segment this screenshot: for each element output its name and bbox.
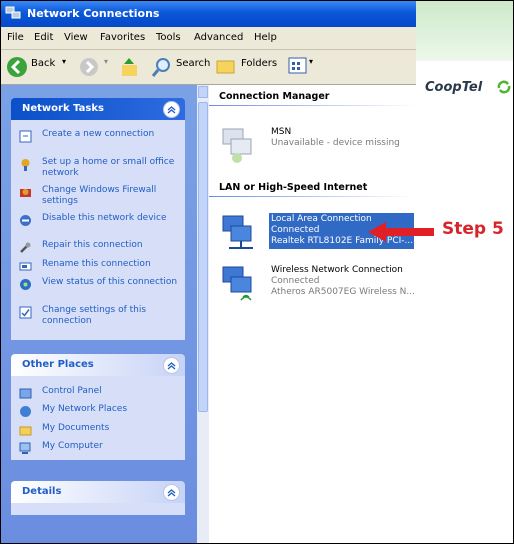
views-dropdown-icon[interactable]: ▾	[309, 57, 313, 66]
other-places-title: Other Places	[22, 359, 94, 370]
lan-connection-icon	[222, 215, 253, 249]
network-tasks-body: Create a new connection Set up a home or…	[11, 120, 185, 340]
window-title: Network Connections	[27, 7, 160, 20]
firewall-icon	[20, 189, 31, 197]
control-panel-icon	[19, 388, 32, 399]
brand-band	[416, 1, 513, 61]
other-places-body: Control Panel My Network Places My Docum…	[11, 376, 185, 460]
folders-button-label[interactable]: Folders	[241, 58, 277, 69]
search-icon[interactable]	[151, 56, 173, 78]
computer-icon	[19, 442, 31, 454]
connection-status: Unavailable - device missing	[271, 138, 400, 148]
cooptel-logo: CoopTel	[425, 80, 483, 95]
network-connections-icon	[5, 6, 21, 19]
network-tasks-title: Network Tasks	[22, 103, 104, 114]
forward-dropdown-icon[interactable]: ▾	[104, 57, 108, 66]
scroll-thumb[interactable]	[198, 102, 208, 412]
step-label: Step 5	[442, 219, 504, 239]
forward-arrow-icon[interactable]	[79, 57, 99, 77]
up-folder-icon[interactable]	[120, 56, 140, 78]
brand-panel: CoopTel Step 5	[416, 1, 513, 543]
vertical-scrollbar[interactable]	[197, 85, 209, 543]
new-connection-icon	[19, 130, 32, 143]
back-dropdown-icon[interactable]: ▾	[62, 57, 66, 66]
menu-edit[interactable]: Edit	[34, 32, 53, 43]
details-title: Details	[22, 486, 62, 497]
menu-view[interactable]: View	[64, 32, 88, 43]
search-button-label[interactable]: Search	[176, 58, 210, 69]
views-icon[interactable]	[288, 56, 308, 76]
repair-icon	[20, 242, 31, 253]
scroll-up-arrow-icon[interactable]	[198, 86, 208, 98]
details-header[interactable]: Details	[11, 481, 185, 503]
disable-icon	[20, 215, 31, 226]
menu-bar: File Edit View Favorites Tools Advanced …	[1, 27, 416, 50]
connections-pane: Connection Manager MSN Unavailable - dev…	[209, 85, 416, 543]
title-bar[interactable]: Network Connections	[1, 1, 416, 27]
documents-icon	[19, 426, 32, 436]
connection-name: MSN	[271, 127, 292, 137]
connection-name: Wireless Network Connection	[271, 265, 403, 275]
group-lan: LAN or High-Speed Internet	[209, 179, 416, 197]
menu-file[interactable]: File	[7, 32, 24, 43]
group-connection-manager: Connection Manager	[209, 88, 416, 106]
menu-advanced[interactable]: Advanced	[194, 32, 243, 43]
group-divider	[209, 105, 416, 106]
connection-status: Connected	[271, 276, 320, 286]
home-network-icon	[21, 159, 30, 171]
folders-icon[interactable]	[215, 56, 237, 76]
back-arrow-icon[interactable]	[6, 56, 28, 78]
toolbar: Back ▾ ▾ Search Folders ▾	[1, 50, 416, 85]
red-arrow-icon	[368, 222, 434, 242]
connection-device: Atheros AR5007EG Wireless N...	[271, 287, 415, 297]
rename-icon	[19, 262, 32, 271]
settings-icon	[19, 306, 32, 319]
collapse-chevron-icon[interactable]	[163, 357, 180, 374]
network-places-icon	[20, 406, 31, 417]
msn-connection-icon	[222, 128, 252, 163]
collapse-chevron-icon[interactable]	[163, 101, 180, 118]
collapse-chevron-icon[interactable]	[163, 484, 180, 501]
other-places-header[interactable]: Other Places	[11, 354, 185, 376]
status-icon	[20, 279, 31, 290]
explorer-window: Network Connections File Edit View Favor…	[1, 1, 416, 543]
menu-help[interactable]: Help	[254, 32, 277, 43]
connection-name: Local Area Connection	[271, 214, 372, 224]
connection-status: Connected	[271, 225, 320, 235]
menu-tools[interactable]: Tools	[156, 32, 181, 43]
task-pane: Network Tasks Create a new connection Se…	[1, 85, 197, 543]
back-button-label[interactable]: Back	[31, 58, 55, 69]
details-body	[11, 503, 185, 515]
menu-favorites[interactable]: Favorites	[100, 32, 145, 43]
group-divider	[209, 196, 416, 197]
wireless-connection-icon	[222, 266, 252, 301]
cooptel-logo-icon	[497, 80, 511, 94]
network-tasks-header[interactable]: Network Tasks	[11, 98, 185, 120]
